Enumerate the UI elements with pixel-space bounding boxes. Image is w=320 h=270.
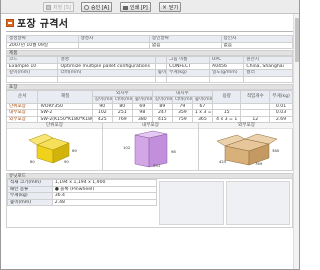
vertical-scrollbar[interactable] bbox=[293, 14, 299, 269]
document-scroll-area[interactable]: 포장 규격서 생성날짜 생성자 승인날짜 승인자 2007년 10월 09일 없… bbox=[1, 14, 299, 269]
cell: 365 bbox=[191, 115, 213, 123]
package-images: 단위포장 80 90 69 내부포장 102 251 98 외부포장 425 7… bbox=[6, 123, 294, 171]
pallet-previews bbox=[157, 179, 292, 227]
dim-label: 425 bbox=[219, 159, 227, 164]
row-label: 외부포장 bbox=[5, 115, 39, 123]
title-row: 포장 규격서 bbox=[6, 16, 293, 30]
cell: 2.69 bbox=[269, 115, 293, 123]
logistics-table: 적재 크기(mm) 1,194 x 1,194 x 1,900 패턴 종류 ● 블록… bbox=[7, 179, 158, 206]
cell: 12 bbox=[240, 115, 271, 123]
dim-label: 251 bbox=[153, 163, 161, 168]
packaging-header: 적입개수 bbox=[240, 89, 271, 104]
approver: 없음 bbox=[220, 41, 293, 49]
inner-package-image: 내부포장 102 251 98 bbox=[103, 123, 199, 170]
print-button[interactable]: 인쇄 [P] bbox=[120, 2, 151, 12]
close-icon: × bbox=[162, 3, 168, 11]
cell: 759 bbox=[171, 115, 193, 123]
approve-button[interactable]: 승인 [A] bbox=[81, 2, 113, 12]
page-title: 포장 규격서 bbox=[17, 19, 69, 30]
dim-value bbox=[154, 75, 168, 83]
packaging-header: 너비(mm) bbox=[111, 96, 133, 104]
packaging-header: 재질 bbox=[37, 89, 93, 104]
packaging-header: 길이(mm) bbox=[91, 96, 113, 104]
save-icon bbox=[46, 4, 51, 10]
logistics-block: 적재 크기(mm) 1,194 x 1,194 x 1,900 패턴 종류 ● 블록… bbox=[6, 179, 293, 228]
creator bbox=[77, 41, 150, 49]
packaging-table: 순서 재질 외치수 내치수 용량 적입개수 무게(kg) 길이(mm) 너비(m… bbox=[5, 89, 293, 124]
pallet-preview bbox=[159, 181, 224, 225]
packaging-header: 높이(mm) bbox=[131, 96, 153, 104]
print-label: 인쇄 [P] bbox=[130, 4, 148, 11]
spec-document: 포장 규격서 생성날짜 생성자 승인날짜 승인자 2007년 10월 09일 없… bbox=[5, 16, 294, 228]
created-date: 2007년 10월 09일 bbox=[6, 41, 79, 49]
close-label: 닫기 bbox=[169, 4, 179, 11]
cell: 769 bbox=[111, 115, 133, 123]
meta-table: 생성날짜 생성자 승인날짜 승인자 2007년 10월 09일 없음 없음 bbox=[6, 35, 293, 49]
packaging-header: 높이(mm) bbox=[191, 96, 213, 104]
dim-value bbox=[243, 75, 293, 83]
toolbar: 저장 [S] 승인 [A] 인쇄 [P] × 닫기 bbox=[1, 0, 299, 14]
packaging-header: 순서 bbox=[5, 89, 39, 104]
scrollbar-thumb[interactable] bbox=[295, 18, 299, 62]
material-cell: SW-2(K150*K180*K180) bbox=[37, 115, 93, 123]
print-icon bbox=[123, 5, 128, 10]
product-description: Optimize multiple pallet configurations bbox=[57, 62, 156, 70]
document-icon bbox=[6, 18, 14, 27]
packaging-header: 너비(mm) bbox=[171, 96, 193, 104]
packaging-header: 길이(mm) bbox=[151, 96, 173, 104]
dim-value bbox=[5, 75, 59, 83]
packaging-header: 용량 bbox=[211, 89, 242, 104]
load-height: 2.48 bbox=[51, 198, 158, 206]
dim-label: 90 bbox=[64, 159, 69, 164]
cell: 1 x 3 = 5 bbox=[191, 109, 213, 117]
dim-label: 380 bbox=[272, 148, 280, 153]
packaging-header: 무게(kg) bbox=[269, 89, 293, 104]
save-label: 저장 [S] bbox=[53, 4, 71, 11]
dim-label: 98 bbox=[171, 149, 176, 154]
yellow-box-illustration bbox=[28, 133, 70, 164]
approval-date: 없음 bbox=[149, 41, 222, 49]
save-button[interactable]: 저장 [S] bbox=[43, 2, 74, 12]
logistics-label: 높이(mm) bbox=[7, 198, 53, 206]
product-table: 코드 설명 그룹 이름 UPC 원산지 Example 10 Optimize … bbox=[5, 56, 293, 83]
cell: 380 bbox=[131, 115, 153, 123]
dim-label: 80 bbox=[30, 159, 35, 164]
outer-package-image: 외부포장 425 769 380 bbox=[199, 123, 294, 170]
dim-value bbox=[57, 75, 156, 83]
cell: 415 bbox=[151, 115, 173, 123]
title-divider bbox=[6, 31, 293, 32]
close-button[interactable]: × 닫기 bbox=[159, 2, 182, 12]
approve-icon bbox=[84, 4, 89, 10]
pallet-preview bbox=[225, 181, 290, 225]
purple-box-illustration bbox=[134, 130, 168, 168]
dim-value bbox=[209, 75, 245, 83]
dim-label: 102 bbox=[123, 145, 131, 150]
cell: 4 x 3 = 1 bbox=[211, 115, 242, 123]
table-row: 외부포장 SW-2(K150*K180*K180) 425 769 380 41… bbox=[5, 115, 293, 123]
cell: 425 bbox=[91, 115, 113, 123]
document-window: 저장 [S] 승인 [A] 인쇄 [P] × 닫기 포장 규격서 생성날짜 생성 bbox=[0, 0, 300, 270]
dim-label: 769 bbox=[255, 161, 263, 166]
tan-box-illustration bbox=[216, 133, 278, 166]
dim-value bbox=[166, 75, 211, 83]
approve-label: 승인 [A] bbox=[91, 4, 110, 11]
unit-package-image: 단위포장 80 90 69 bbox=[7, 123, 103, 170]
dim-label: 69 bbox=[72, 148, 77, 153]
